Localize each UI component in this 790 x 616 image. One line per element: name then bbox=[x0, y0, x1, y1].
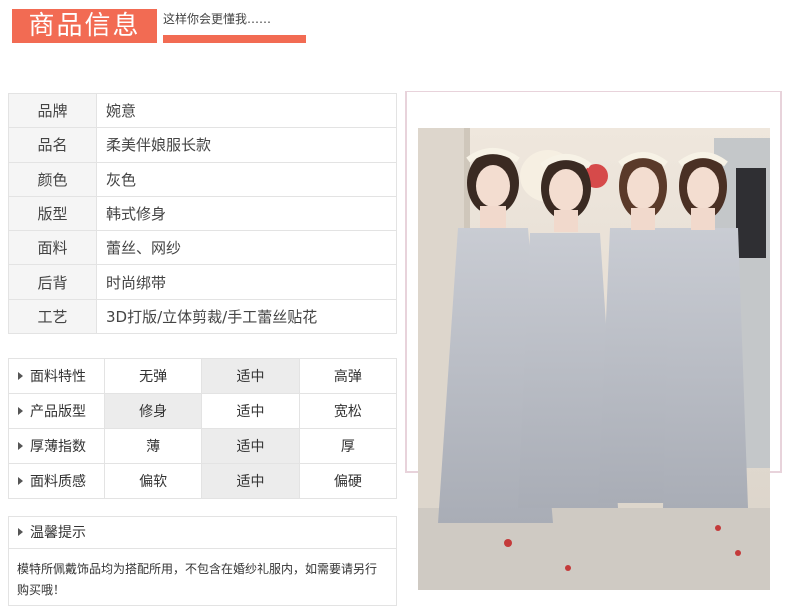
attribute-row: 产品版型 修身 适中 宽松 bbox=[8, 393, 398, 429]
attribute-option: 高弹 bbox=[298, 358, 398, 394]
triangle-icon bbox=[18, 372, 23, 380]
section-subtitle: 这样你会更懂我…… bbox=[163, 12, 272, 26]
info-row: 版型 韩式修身 bbox=[8, 195, 397, 232]
fabric-attributes-table: 面料特性 无弹 适中 高弹 产品版型 修身 适中 宽松 厚薄指数薄适中厚面料质感 偏软 适中 偏硬 bbox=[8, 358, 398, 499]
title-underline bbox=[163, 35, 306, 43]
attribute-option: 适中 bbox=[201, 428, 300, 464]
triangle-icon bbox=[18, 442, 23, 450]
info-row: 后背 时尚绑带 bbox=[8, 264, 397, 300]
attribute-option: 偏软 bbox=[103, 463, 203, 499]
info-label: 工艺 bbox=[8, 298, 97, 335]
info-row: 品名 柔美伴娘服长款 bbox=[8, 127, 397, 163]
tips-text: 模特所佩戴饰品均为搭配所用，不包含在婚纱礼服内，如需要请另行购买哦！ bbox=[17, 562, 378, 597]
attribute-option: 适中 bbox=[201, 463, 300, 499]
attribute-label-cell: 面料特性 bbox=[8, 358, 105, 394]
attribute-row: 面料质感 偏软 适中 偏硬 bbox=[8, 463, 398, 499]
bridesmaids-illustration bbox=[418, 128, 770, 590]
attribute-row: 厚薄指数 薄适中厚 bbox=[8, 428, 398, 464]
attribute-option: 厚 bbox=[298, 428, 398, 464]
info-value: 柔美伴娘服长款 bbox=[96, 127, 397, 163]
attribute-option: 偏硬 bbox=[298, 463, 398, 499]
tips-box: 温馨提示 模特所佩戴饰品均为搭配所用，不包含在婚纱礼服内，如需要请另行购买哦！ bbox=[8, 516, 397, 606]
info-label: 后背 bbox=[8, 264, 97, 300]
info-label: 版型 bbox=[8, 195, 97, 232]
attribute-option: 薄 bbox=[103, 428, 203, 464]
info-label: 品名 bbox=[8, 127, 97, 163]
product-photo bbox=[418, 128, 770, 590]
attribute-option: 无弹 bbox=[103, 358, 203, 394]
info-row: 品牌 婉意 bbox=[8, 92, 397, 129]
tips-header: 温馨提示 bbox=[9, 517, 396, 549]
tips-title: 温馨提示 bbox=[30, 525, 86, 541]
attribute-label: 厚薄指数 bbox=[30, 439, 86, 455]
product-info-table: 品牌 婉意 品名 柔美伴娘服长款 颜色 灰色 版型 韩式修身 面料 蕾丝、网纱 后背 时尚绑带 工艺 3D… bbox=[8, 92, 397, 335]
info-label: 品牌 bbox=[8, 92, 97, 129]
info-value: 婉意 bbox=[96, 92, 397, 129]
attribute-option: 宽松 bbox=[298, 393, 398, 429]
attribute-option: 适中 bbox=[201, 358, 300, 394]
info-label: 颜色 bbox=[8, 161, 97, 197]
triangle-icon bbox=[18, 528, 23, 536]
attribute-label-cell: 产品版型 bbox=[8, 393, 105, 429]
triangle-icon bbox=[18, 477, 23, 485]
info-row: 颜色 灰色 bbox=[8, 161, 397, 197]
triangle-icon bbox=[18, 407, 23, 415]
info-value: 3D打版/立体剪裁/手工蕾丝贴花 bbox=[96, 298, 397, 335]
info-value: 韩式修身 bbox=[96, 195, 397, 232]
attribute-row: 面料特性 无弹 适中 高弹 bbox=[8, 358, 398, 394]
attribute-label-cell: 面料质感 bbox=[8, 463, 105, 499]
info-value: 时尚绑带 bbox=[96, 264, 397, 300]
attribute-label-cell: 厚薄指数 bbox=[8, 428, 105, 464]
attribute-label: 产品版型 bbox=[30, 404, 86, 420]
info-value: 蕾丝、网纱 bbox=[96, 230, 397, 266]
attribute-label: 面料特性 bbox=[30, 369, 86, 385]
info-value: 灰色 bbox=[96, 161, 397, 197]
attribute-option: 修身 bbox=[103, 393, 203, 429]
info-row: 工艺 3D打版/立体剪裁/手工蕾丝贴花 bbox=[8, 298, 397, 335]
info-row: 面料 蕾丝、网纱 bbox=[8, 230, 397, 266]
info-label: 面料 bbox=[8, 230, 97, 266]
section-title: 商品信息 bbox=[12, 9, 157, 43]
attribute-option: 适中 bbox=[201, 393, 300, 429]
attribute-label: 面料质感 bbox=[30, 474, 86, 490]
